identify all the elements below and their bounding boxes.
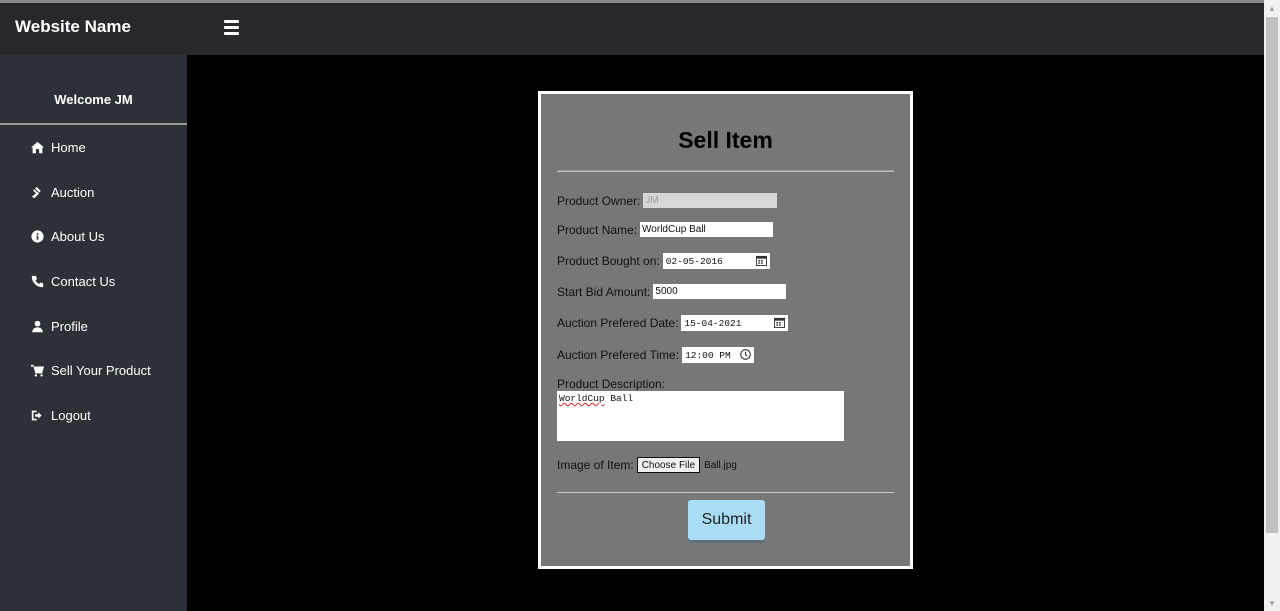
sidebar-item-label: Contact Us	[51, 273, 116, 289]
owner-field: JM	[643, 193, 778, 208]
form-title: Sell Item	[678, 127, 773, 153]
name-label: Product Name:	[557, 222, 638, 237]
scroll-thumb[interactable]	[1266, 17, 1278, 533]
sidebar-item-label: Logout	[51, 407, 91, 423]
bought-date-field[interactable]: 02-05-2016	[662, 253, 770, 269]
auction-date-field[interactable]: 15-04-2021	[681, 315, 789, 331]
auction-time-field[interactable]: 12:00 PM	[682, 347, 755, 363]
menu-icon[interactable]	[224, 20, 239, 35]
description-row: Product Description:	[557, 377, 668, 391]
product-name-field[interactable]: WorldCup Ball	[640, 222, 774, 237]
description-misspelled-word: WorldCup	[559, 393, 605, 404]
clock-icon[interactable]	[740, 349, 751, 360]
phone-icon	[30, 274, 44, 288]
home-icon	[30, 140, 44, 154]
user-icon	[30, 319, 44, 333]
scroll-up-arrow-icon[interactable]: ▲	[1264, 0, 1280, 16]
auction-date-row: Auction Prefered Date: 15-04-2021	[557, 315, 789, 331]
scrollbar[interactable]: ▲ ▼	[1264, 0, 1280, 611]
sidebar-item-auction[interactable]: Auction	[0, 170, 187, 215]
divider	[557, 170, 894, 172]
site-name[interactable]: Website Name	[15, 17, 131, 37]
welcome-text: Welcome JM	[0, 55, 187, 125]
sidebar-item-label: Auction	[51, 184, 95, 200]
name-row: Product Name: WorldCup Ball	[557, 222, 774, 237]
auction-time-label: Auction Prefered Time:	[557, 348, 680, 362]
image-row: Image of Item: Choose File Ball.jpg	[557, 457, 737, 473]
auction-time-row: Auction Prefered Time: 12:00 PM	[557, 347, 755, 363]
gavel-icon	[30, 185, 44, 199]
sidebar: Welcome JM Home Auction About Us Contact…	[0, 55, 187, 611]
sidebar-item-home[interactable]: Home	[0, 125, 187, 170]
bid-row: Start Bid Amount: 5000	[557, 284, 787, 299]
scroll-down-arrow-icon[interactable]: ▼	[1264, 595, 1280, 611]
sidebar-item-logout[interactable]: Logout	[0, 393, 187, 438]
sidebar-item-about-us[interactable]: About Us	[0, 214, 187, 259]
sidebar-item-label: Sell Your Product	[51, 363, 151, 379]
bought-label: Product Bought on:	[557, 254, 660, 268]
owner-label: Product Owner:	[557, 193, 641, 208]
description-label: Product Description:	[557, 377, 666, 391]
file-name: Ball.jpg	[704, 459, 737, 471]
sidebar-item-label: About Us	[51, 229, 105, 245]
sidebar-item-label: Home	[51, 139, 86, 155]
header-bar: Website Name	[0, 3, 1264, 55]
bought-row: Product Bought on: 02-05-2016	[557, 253, 770, 269]
auction-date-value: 15-04-2021	[684, 317, 742, 329]
calendar-icon[interactable]	[774, 317, 786, 328]
auction-date-label: Auction Prefered Date:	[557, 316, 679, 330]
sidebar-item-sell-your-product[interactable]: Sell Your Product	[0, 348, 187, 393]
choose-file-button[interactable]: Choose File	[636, 457, 701, 473]
submit-button[interactable]: Submit	[688, 500, 765, 540]
divider	[557, 492, 894, 493]
info-icon	[30, 230, 44, 244]
sidebar-item-contact-us[interactable]: Contact Us	[0, 259, 187, 304]
cart-icon	[30, 364, 44, 378]
bought-date-value: 02-05-2016	[665, 255, 723, 267]
auction-time-value: 12:00 PM	[685, 349, 731, 361]
description-word: Ball	[610, 393, 634, 404]
sidebar-item-profile[interactable]: Profile	[0, 304, 187, 349]
start-bid-field[interactable]: 5000	[653, 284, 787, 299]
owner-row: Product Owner: JM	[557, 193, 778, 208]
bid-label: Start Bid Amount:	[557, 284, 651, 299]
sidebar-item-label: Profile	[51, 318, 88, 334]
logout-icon	[30, 408, 44, 422]
sell-item-form: Sell Item Product Owner: JM Product Name…	[538, 91, 913, 569]
image-label: Image of Item:	[557, 458, 634, 472]
calendar-icon[interactable]	[755, 255, 767, 266]
description-textarea[interactable]: WorldCup Ball	[557, 391, 844, 441]
